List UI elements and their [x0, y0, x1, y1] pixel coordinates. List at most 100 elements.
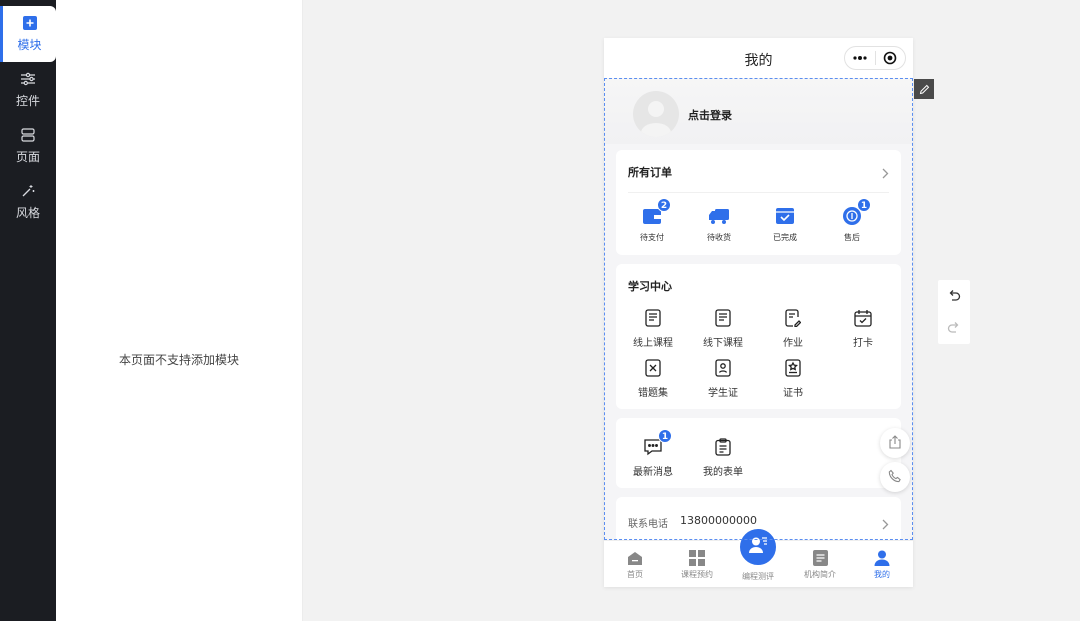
card-title: 学习中心: [628, 280, 672, 293]
calendar-check-icon: [851, 306, 875, 330]
tab-programming-assessment[interactable]: [738, 527, 778, 567]
study-center-card: 学习中心 线上课程 线下课程 作业 打卡 错题集 学生证 证书: [616, 264, 901, 409]
tab-label: 编程测评: [742, 572, 774, 581]
grid-label: 学生证: [708, 388, 738, 399]
pencil-icon: [919, 80, 930, 99]
undo-button[interactable]: [938, 280, 970, 312]
contact-phone[interactable]: 13800000000: [680, 514, 757, 527]
sliders-icon: [20, 71, 36, 87]
redo-icon: [947, 319, 961, 338]
history-controls: [938, 280, 970, 344]
login-link[interactable]: 点击登录: [688, 107, 732, 123]
badge: 1: [857, 198, 871, 212]
grid-label: 待收货: [707, 233, 731, 242]
grid-icon: [689, 550, 705, 566]
grid-label: 作业: [783, 338, 803, 349]
grid-label: 我的表单: [703, 467, 743, 478]
grid-label: 售后: [844, 233, 860, 242]
document-icon: [812, 550, 828, 566]
study-online-course[interactable]: 线上课程: [618, 306, 688, 349]
order-after-sales[interactable]: 1 售后: [817, 198, 887, 243]
study-offline-course[interactable]: 线下课程: [688, 306, 758, 349]
sidebar-item-label: 模块: [17, 38, 42, 52]
page-icon: [20, 127, 36, 143]
plus-square-icon: [22, 15, 38, 31]
module-panel: 本页面不支持添加模块: [56, 0, 303, 621]
phone-preview: 我的 点击登录 所有订单 2 待支付 待收货 已完成 1 售后 学习中心 线上课…: [604, 38, 913, 587]
user-icon: [874, 550, 890, 566]
edit-button[interactable]: [914, 79, 934, 99]
empty-hint: 本页面不支持添加模块: [118, 353, 239, 367]
assessment-icon: [748, 536, 768, 558]
offline-course-icon: [711, 306, 735, 330]
grid-label: 证书: [783, 388, 803, 399]
card-title: 所有订单: [628, 166, 672, 179]
study-wrong-questions[interactable]: 错题集: [618, 356, 688, 399]
grid-label: 线下课程: [703, 338, 743, 349]
profile-section[interactable]: 点击登录: [604, 78, 913, 144]
magic-wand-icon: [20, 183, 36, 199]
badge: 2: [657, 198, 671, 212]
truck-icon: [707, 204, 731, 228]
sidebar-item-label: 页面: [15, 150, 40, 164]
call-button[interactable]: [880, 462, 910, 492]
online-course-icon: [641, 306, 665, 330]
sidebar-item-label: 控件: [15, 94, 40, 108]
divider: [628, 192, 889, 193]
order-completed[interactable]: 已完成: [750, 204, 820, 243]
grid-label: 线上课程: [633, 338, 673, 349]
close-target-icon[interactable]: [876, 51, 905, 65]
sidebar-item-pages[interactable]: 页面: [0, 118, 56, 174]
tab-label: 首页: [627, 570, 643, 579]
clipboard-icon: [711, 435, 735, 459]
avatar[interactable]: [633, 91, 679, 137]
share-button[interactable]: [880, 428, 910, 458]
tab-bar: 首页 课程预约 编程测评 机构简介 我的: [604, 527, 913, 587]
grid-label: 最新消息: [633, 467, 673, 478]
tab-institution-intro[interactable]: 机构简介: [789, 550, 851, 580]
sidebar-item-style[interactable]: 风格: [0, 174, 56, 230]
study-student-id[interactable]: 学生证: [688, 356, 758, 399]
more-icon[interactable]: [845, 56, 875, 60]
mini-program-capsule[interactable]: [844, 46, 906, 70]
services-card: 1 最新消息 我的表单: [616, 418, 901, 488]
study-check-in[interactable]: 打卡: [828, 306, 898, 349]
home-icon: [627, 550, 643, 566]
homework-icon: [781, 306, 805, 330]
grid-label: 错题集: [638, 388, 668, 399]
phone-icon: [888, 468, 902, 487]
tab-label: 我的: [874, 570, 890, 579]
sidebar-item-modules[interactable]: 模块: [0, 6, 56, 62]
order-pending-payment[interactable]: 2 待支付: [617, 198, 687, 243]
latest-messages[interactable]: 1 最新消息: [618, 429, 688, 478]
message-icon: 1: [641, 429, 672, 459]
order-pending-receipt[interactable]: 待收货: [684, 204, 754, 243]
certificate-icon: [781, 356, 805, 380]
tab-label: 机构简介: [804, 570, 836, 579]
sidebar-item-label: 风格: [15, 206, 40, 220]
phone-header: 我的: [604, 38, 913, 78]
chevron-right-icon[interactable]: [881, 515, 889, 534]
tab-label: 课程预约: [681, 570, 713, 579]
left-rail: 模块 控件 页面 风格: [0, 0, 56, 621]
grid-label: 已完成: [773, 233, 797, 242]
undo-icon: [947, 287, 961, 306]
contact-label: 联系电话: [628, 519, 668, 530]
tab-mine[interactable]: 我的: [851, 550, 913, 580]
redo-button[interactable]: [938, 312, 970, 344]
student-id-icon: [711, 356, 735, 380]
tab-home[interactable]: 首页: [604, 550, 666, 580]
orders-card: 所有订单 2 待支付 待收货 已完成 1 售后: [616, 150, 901, 255]
chevron-right-icon[interactable]: [881, 164, 889, 183]
my-forms[interactable]: 我的表单: [688, 435, 758, 478]
study-homework[interactable]: 作业: [758, 306, 828, 349]
sidebar-item-controls[interactable]: 控件: [0, 62, 56, 118]
grid-label: 待支付: [640, 233, 664, 242]
wallet-icon: 2: [640, 198, 671, 228]
badge: 1: [658, 429, 672, 443]
coin-icon: 1: [840, 198, 871, 228]
tab-course-booking[interactable]: 课程预约: [666, 550, 728, 580]
study-certificate[interactable]: 证书: [758, 356, 828, 399]
box-check-icon: [773, 204, 797, 228]
wrong-questions-icon: [641, 356, 665, 380]
